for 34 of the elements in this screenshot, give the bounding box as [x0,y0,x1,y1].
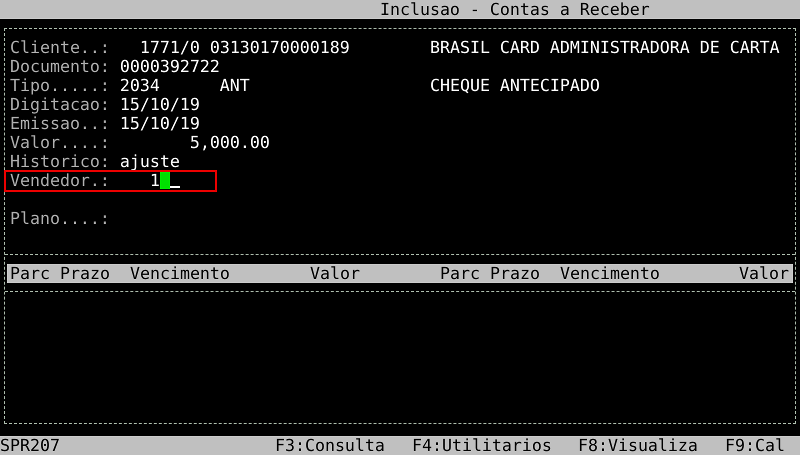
function-key-hint[interactable]: F3:Consulta [275,436,385,455]
field-label: Vendedor.: [10,171,110,190]
field-value: 15/10/19 [120,114,200,133]
field-label: Cliente..: [10,38,110,57]
column-header: Vencimento [130,264,230,283]
program-code: SPR207 [0,436,60,455]
field-value[interactable]: 1 [150,171,160,190]
function-key-hint[interactable]: F4:Utilitarios [412,436,552,455]
function-key-hint[interactable]: F8:Visualiza [578,436,698,455]
column-header: Prazo [60,264,110,283]
window-title: Inclusao - Contas a Receber [380,0,650,19]
column-header: Valor [739,264,789,283]
field-label: Emissao..: [10,114,110,133]
column-header: Parc [10,264,50,283]
field-value: 0000392722 [120,57,220,76]
column-header: Parc [440,264,480,283]
field-value: ajuste [120,152,180,171]
field-value: 15/10/19 [120,95,200,114]
field-label: Valor....: [10,133,110,152]
function-key-hint[interactable]: F9:Cal [725,436,785,455]
field-value: 1771/0 03130170000189 [140,38,350,57]
input-underline [170,186,180,188]
column-header: Valor [310,264,360,283]
field-label: Plano....: [10,209,110,228]
field-label: Historico: [10,152,110,171]
column-header: Vencimento [560,264,660,283]
field-label: Documento: [10,57,110,76]
field-description: BRASIL CARD ADMINISTRADORA DE CARTA [430,38,780,57]
column-header: Prazo [490,264,540,283]
field-label: Tipo.....: [10,76,110,95]
field-label: Digitacao: [10,95,110,114]
field-value: 5,000.00 [190,133,270,152]
field-value: 2034 ANT [120,76,250,95]
field-description: CHEQUE ANTECIPADO [430,76,600,95]
